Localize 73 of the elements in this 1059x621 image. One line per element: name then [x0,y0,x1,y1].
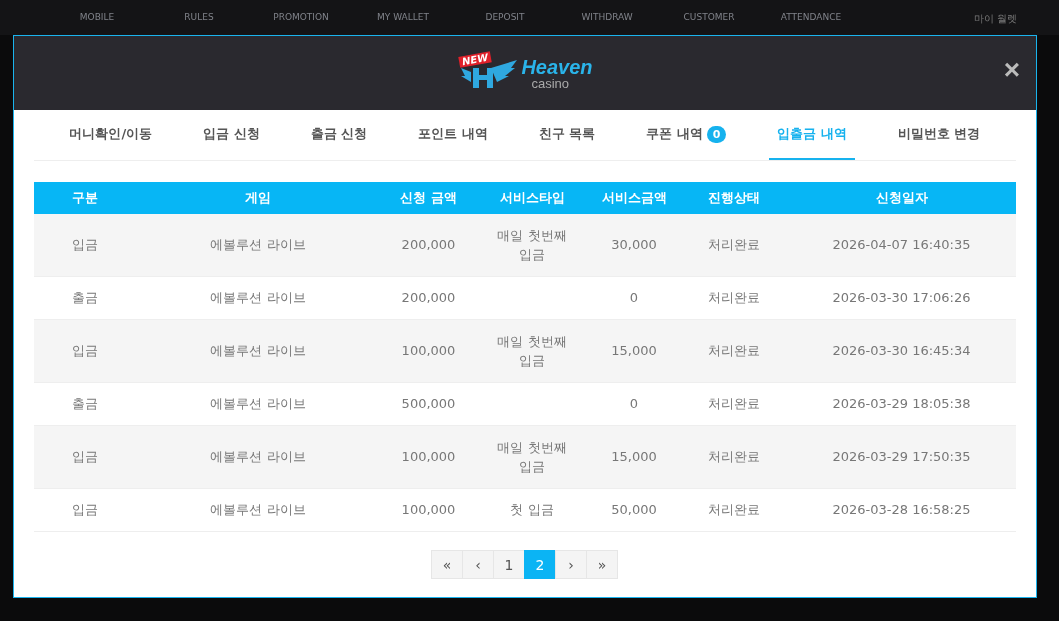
nav-item[interactable]: ATTENDANCE [760,12,862,35]
table-cell: 처리완료 [707,290,760,306]
table-cell: 에볼루션 라이브 [210,396,306,412]
table-cell: 2026-03-30 17:06:26 [832,290,971,306]
tab[interactable]: 친구 목록 [530,110,604,160]
table-cell: 출금 [71,396,98,412]
table-cell: 2026-04-07 16:40:35 [832,237,971,253]
close-button[interactable]: × [1001,56,1022,84]
logo-subtext: casino [531,76,570,90]
table-cell: 2026-03-28 16:58:25 [832,502,971,518]
side-title: 마이 월렛 [974,12,1018,26]
table-cell: 15,000 [611,343,657,359]
tab[interactable]: 출금 신청 [302,110,376,160]
table-cell: 15,000 [611,449,657,465]
table-cell: 처리완료 [707,502,760,518]
table-cell-text: 매일 첫번째 입금 [496,332,568,370]
tab[interactable]: 비밀번호 변경 [889,110,989,160]
nav-item[interactable]: CUSTOMER [658,12,760,35]
column-header: 서비스금액 [588,182,680,214]
column-header: 신청일자 [787,182,1016,214]
table-cell: 에볼루션 라이브 [210,290,306,306]
column-header: 신청 금액 [381,182,476,214]
table-cell: 0 [629,290,639,306]
table-cell: 50,000 [611,502,657,518]
table-cell: 200,000 [401,290,456,306]
table-cell: 100,000 [401,449,456,465]
table-cell: 100,000 [401,502,456,518]
table-cell: 처리완료 [707,343,760,359]
tab[interactable]: 머니확인/이동 [61,110,161,160]
count-badge: 0 [706,125,727,143]
table-cell: 에볼루션 라이브 [210,343,306,359]
column-header: 게임 [135,182,381,214]
nav-item[interactable]: DEPOSIT [454,12,556,35]
table-cell: 0 [629,396,639,412]
page-button[interactable]: « [431,550,463,579]
table-cell: 처리완료 [707,237,760,253]
nav-item[interactable]: RULES [148,12,250,35]
table-cell: 입금 [71,343,98,359]
table-cell: 출금 [71,290,98,306]
table-cell: 100,000 [401,343,456,359]
table-cell: 2026-03-30 16:45:34 [832,343,971,359]
table-cell: 입금 [71,502,98,518]
nav-item[interactable]: WITHDRAW [556,12,658,35]
table-cell: 에볼루션 라이브 [210,237,306,253]
table-cell: 처리완료 [707,396,760,412]
table-cell: 입금 [71,449,98,465]
table-cell-text: 첫 입금 [509,501,555,520]
table-cell: 입금 [71,237,98,253]
nav-item[interactable]: PROMOTION [250,12,352,35]
page-button[interactable]: › [555,550,587,579]
table-cell: 2026-03-29 18:05:38 [832,396,971,412]
tab[interactable]: 쿠폰 내역 0 [638,110,735,160]
tab[interactable]: 포인트 내역 [410,110,496,160]
table-cell: 에볼루션 라이브 [210,449,306,465]
table-cell: 30,000 [611,237,657,253]
page-button[interactable]: 1 [493,550,525,579]
table-cell: 200,000 [401,237,456,253]
logo-text: Heaven [521,56,593,77]
page-button[interactable]: ‹ [462,550,494,579]
table-cell: 처리완료 [707,449,760,465]
new-label: NEW [458,51,493,68]
nav-item[interactable]: MY WALLET [352,12,454,35]
table-cell: 2026-03-29 17:50:35 [832,449,971,465]
column-header: 진행상태 [680,182,787,214]
column-header: 서비스타입 [476,182,588,214]
page-button[interactable]: » [586,550,618,579]
table-cell: 500,000 [401,396,456,412]
column-header: 구분 [34,182,135,214]
nav-item[interactable]: MOBILE [46,12,148,35]
tab[interactable]: 입금 신청 [195,110,268,160]
table-cell-text: 매일 첫번째 입금 [496,226,568,264]
table-cell: 에볼루션 라이브 [210,502,306,518]
table-cell-text: 매일 첫번째 입금 [496,438,568,476]
